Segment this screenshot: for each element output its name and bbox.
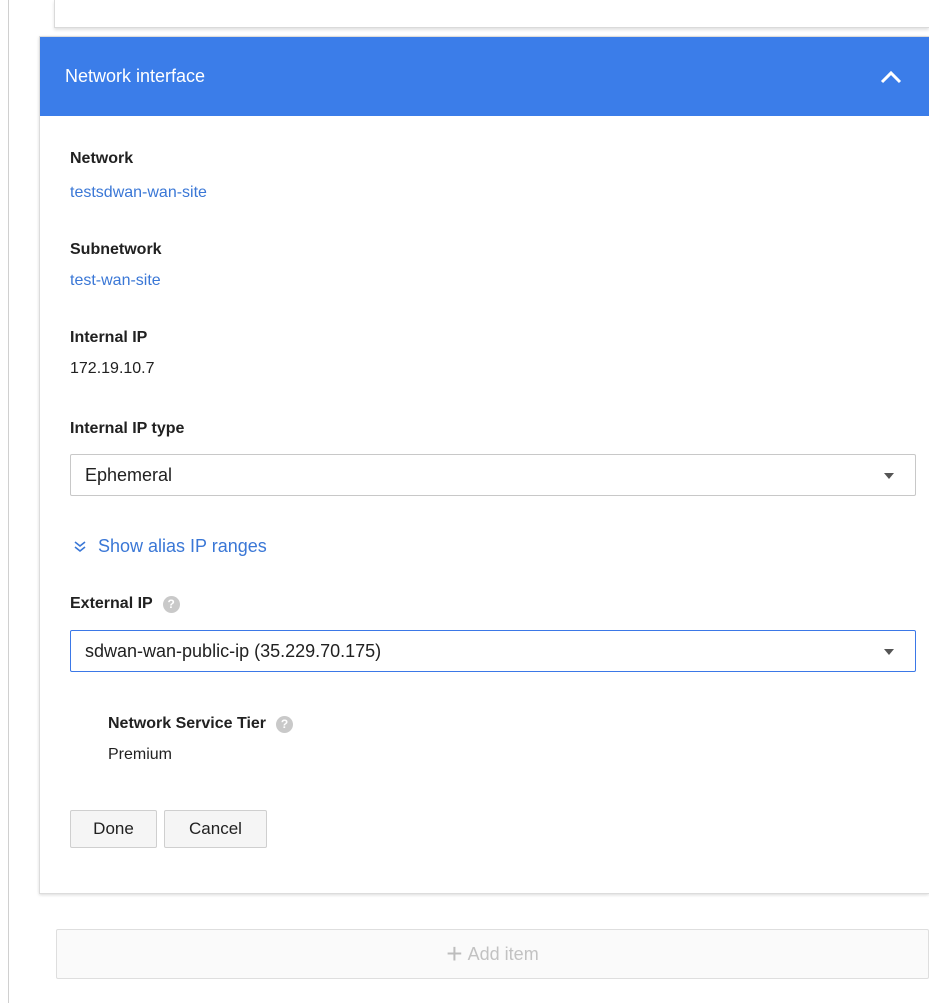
done-button[interactable]: Done	[70, 810, 157, 848]
external-ip-value: sdwan-wan-public-ip (35.229.70.175)	[85, 640, 382, 661]
previous-card	[54, 0, 929, 28]
external-ip-select[interactable]: sdwan-wan-public-ip (35.229.70.175)	[70, 630, 916, 672]
dropdown-arrow-icon	[884, 649, 894, 655]
internal-ip-type-value: Ephemeral	[85, 464, 173, 485]
plus-icon: +	[446, 938, 463, 969]
network-service-tier-value: Premium	[108, 746, 173, 763]
panel-header[interactable]: Network interface	[40, 37, 929, 116]
internal-ip-type-label: Internal IP type	[70, 420, 185, 437]
double-chevron-down-icon	[74, 540, 86, 552]
network-interface-panel: Network interface Network testsdwan-wan-…	[39, 36, 929, 894]
help-icon[interactable]: ?	[276, 715, 294, 733]
internal-ip-type-select[interactable]: Ephemeral	[70, 454, 916, 496]
network-service-tier-label: Network Service Tier	[108, 715, 267, 732]
network-service-tier-label-row: Network Service Tier ?	[108, 715, 294, 733]
show-alias-ip-ranges-label: Show alias IP ranges	[98, 536, 267, 556]
add-item-label: Add item	[467, 943, 539, 964]
chevron-up-icon	[880, 70, 902, 83]
page: Network interface Network testsdwan-wan-…	[0, 0, 929, 1003]
internal-ip-label: Internal IP	[70, 329, 148, 346]
dropdown-arrow-icon	[884, 473, 894, 479]
internal-ip-value: 172.19.10.7	[70, 360, 155, 377]
external-ip-label: External IP	[70, 595, 153, 612]
external-ip-label-row: External IP ?	[70, 595, 180, 613]
add-item-button[interactable]: + Add item	[56, 929, 929, 979]
panel-title: Network interface	[65, 66, 206, 86]
collapse-button[interactable]	[874, 60, 908, 94]
help-icon[interactable]: ?	[162, 595, 180, 613]
cancel-button[interactable]: Cancel	[164, 810, 267, 848]
left-divider	[8, 0, 9, 1003]
show-alias-ip-ranges-toggle[interactable]: Show alias IP ranges	[73, 536, 267, 557]
subnetwork-label: Subnetwork	[70, 241, 162, 258]
subnetwork-link[interactable]: test-wan-site	[70, 272, 161, 290]
network-label: Network	[70, 150, 134, 167]
network-link[interactable]: testsdwan-wan-site	[70, 184, 207, 202]
